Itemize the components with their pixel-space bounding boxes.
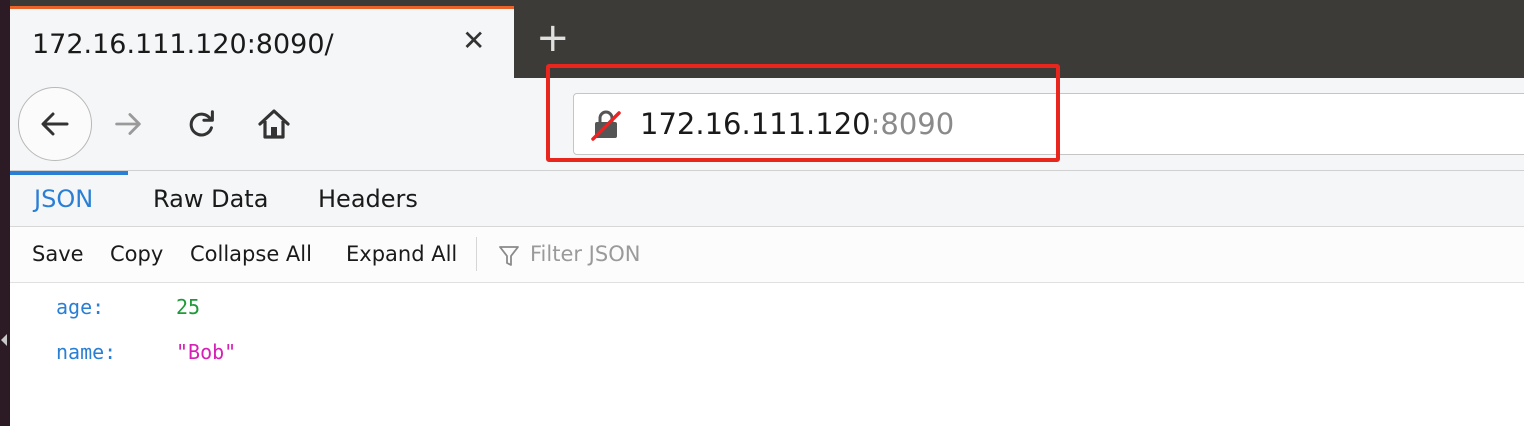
browser-tab[interactable]: 172.16.111.120:8090/ ✕ [10,6,514,78]
save-button[interactable]: Save [32,242,84,266]
arrow-left-icon [41,112,69,136]
json-row-age[interactable]: age: 25 [56,295,200,319]
forward-button[interactable] [108,104,148,144]
filter-json-input[interactable]: Filter JSON [530,242,640,266]
close-tab-icon[interactable]: ✕ [462,27,485,55]
url-highlight-annotation [546,64,1060,162]
back-button[interactable] [18,87,92,161]
json-tree: age: 25 name: "Bob" [10,283,1524,426]
filter-icon [499,246,519,266]
json-row-name[interactable]: name: "Bob" [56,340,236,364]
tab-raw-data[interactable]: Raw Data [153,185,268,213]
arrow-right-icon [115,113,141,135]
json-value-string: "Bob" [176,340,237,364]
copy-button[interactable]: Copy [110,242,163,266]
reload-button[interactable] [182,104,222,144]
json-viewer: JSON Raw Data Headers Save Copy Collapse… [10,171,1524,426]
tab-headers[interactable]: Headers [318,185,418,213]
launcher-indicator [1,334,7,346]
toolbar-divider [476,237,477,271]
tab-title: 172.16.111.120:8090/ [32,29,334,60]
new-tab-button[interactable]: + [536,18,570,58]
json-key: age: [56,295,105,319]
json-value-number: 25 [176,295,201,319]
active-tab-indicator [10,171,128,175]
json-toolbar: Save Copy Collapse All Expand All Filter… [10,227,1524,283]
reload-icon [189,110,214,137]
expand-all-button[interactable]: Expand All [346,242,457,266]
home-button[interactable] [254,104,294,144]
collapse-all-button[interactable]: Collapse All [190,242,312,266]
desktop-edge [0,0,10,426]
viewer-tab-strip: JSON Raw Data Headers [10,171,1524,227]
home-icon [258,109,290,139]
json-key: name: [56,340,117,364]
tab-json[interactable]: JSON [34,185,93,213]
